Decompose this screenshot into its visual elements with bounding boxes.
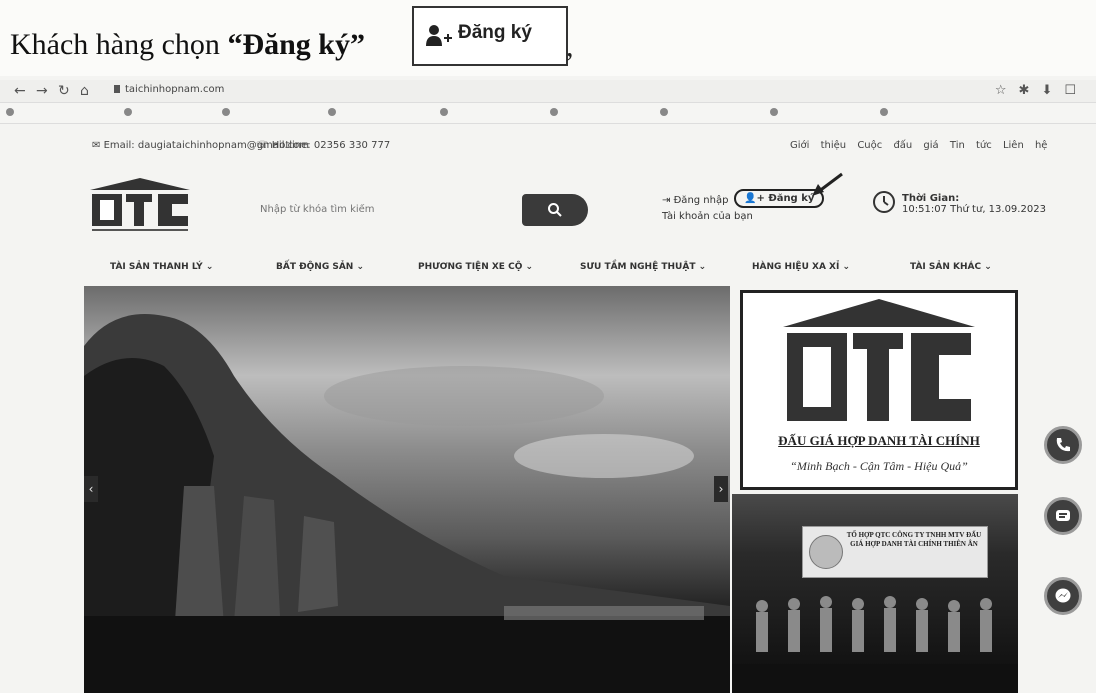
browser-address-bar: ← → ↻ ⌂ taichinhopnam.com ☆✱⬇☐ xyxy=(0,80,1096,103)
search-input[interactable] xyxy=(256,194,522,224)
login-link[interactable]: ⇥ Đăng nhập xyxy=(662,195,728,206)
bookmark-item[interactable] xyxy=(550,108,561,117)
time-display: Thời Gian: 10:51:07 Thứ tư, 13.09.2023 xyxy=(902,193,1046,215)
menu-label: TÀI SẢN THANH LÝ xyxy=(110,262,203,272)
reload-icon[interactable]: ↻ xyxy=(58,83,70,99)
menu-label: PHƯƠNG TIỆN XE CỘ xyxy=(418,262,523,272)
phone-icon xyxy=(1056,438,1070,452)
bookmark-item[interactable] xyxy=(880,108,891,117)
instruction-bold: “Đăng ký” xyxy=(227,28,365,61)
register-label: Đăng ký xyxy=(768,193,815,204)
time-value: 10:51:07 Thứ tư, 13.09.2023 xyxy=(902,204,1046,215)
site-logo[interactable] xyxy=(84,176,196,234)
menu-label: HÀNG HIỆU XA XỈ xyxy=(752,262,840,272)
menu-item-art[interactable]: SƯU TẦM NGHỆ THUẬT ⌄ xyxy=(580,262,706,272)
event-photo[interactable]: TỔ HỢP QTC CÔNG TY TNHH MTV ĐẤU GIÁ HỢP … xyxy=(732,494,1018,693)
bookmark-icon xyxy=(660,108,668,116)
link-contact[interactable]: Liên hệ xyxy=(1003,140,1048,151)
instruction-comma: , xyxy=(566,30,574,63)
time-label: Thời Gian: xyxy=(902,193,960,204)
link-about[interactable]: Giới thiệu xyxy=(790,140,846,151)
lock-icon xyxy=(114,85,120,93)
bookmark-icon xyxy=(550,108,558,116)
forward-icon[interactable]: → xyxy=(36,83,48,99)
instruction-text: Khách hàng chọn “Đăng ký” xyxy=(10,28,365,62)
bookmark-icon xyxy=(124,108,132,116)
zalo-icon xyxy=(1056,510,1070,521)
promo-card[interactable]: ĐẤU GIÁ HỢP DANH TÀI CHÍNH “Minh Bạch - … xyxy=(740,290,1018,490)
menu-item-luxury[interactable]: HÀNG HIỆU XA XỈ ⌄ xyxy=(752,262,850,272)
clock-icon xyxy=(873,191,895,213)
back-icon[interactable]: ← xyxy=(14,83,26,99)
hero-image xyxy=(84,314,730,693)
bookmark-item[interactable] xyxy=(770,108,781,117)
search-icon xyxy=(548,203,562,217)
bookmark-icon xyxy=(770,108,778,116)
hotline-contact[interactable]: ☏ Hotline: 02356 330 777 xyxy=(256,140,390,151)
bookmark-item[interactable] xyxy=(124,108,135,117)
bookmarks-bar xyxy=(0,103,1096,124)
hotline-text: Hotline: 02356 330 777 xyxy=(271,140,391,151)
promo-slogan: “Minh Bạch - Cận Tâm - Hiệu Quả” xyxy=(790,459,968,473)
bookmark-icon xyxy=(328,108,336,116)
site-topbar: ✉ Email: daugiataichinhopnam@gmail.com ☏… xyxy=(0,138,1096,158)
menu-label: TÀI SẢN KHÁC xyxy=(910,262,982,272)
promo-title: ĐẤU GIÁ HỢP DANH TÀI CHÍNH xyxy=(778,433,980,448)
search-button[interactable] xyxy=(522,194,588,226)
bookmark-icon xyxy=(880,108,888,116)
top-links: Giới thiệu Cuộc đấu giá Tin tức Liên hệ xyxy=(790,140,1047,151)
user-plus-icon xyxy=(426,25,452,46)
bookmark-item[interactable] xyxy=(328,108,339,117)
link-auctions[interactable]: Cuộc đấu giá xyxy=(857,140,938,151)
instruction-area: Khách hàng chọn “Đăng ký” Đăng ký , xyxy=(0,0,1096,76)
search-bar xyxy=(256,194,588,226)
account-area: ⇥ Đăng nhập 👤+ Đăng ký Tài khoản của bạn xyxy=(662,189,842,233)
pointer-arrow-icon xyxy=(812,172,843,196)
event-people-image xyxy=(732,596,1018,693)
menu-label: BẤT ĐỘNG SẢN xyxy=(276,262,354,272)
menu-item-vehicles[interactable]: PHƯƠNG TIỆN XE CỘ ⌄ xyxy=(418,262,533,272)
zalo-button[interactable] xyxy=(1044,497,1082,535)
link-news[interactable]: Tin tức xyxy=(950,140,992,151)
url-text: taichinhopnam.com xyxy=(125,84,225,95)
bookmark-icon xyxy=(440,108,448,116)
menu-item-real-estate[interactable]: BẤT ĐỘNG SẢN ⌄ xyxy=(276,262,364,272)
bookmark-item[interactable] xyxy=(6,108,17,117)
url-field[interactable]: taichinhopnam.com xyxy=(114,84,934,98)
hero-slider: ‹ › xyxy=(84,286,730,693)
bookmark-icon xyxy=(6,108,14,116)
account-subtitle: Tài khoản của bạn xyxy=(662,211,753,222)
bookmark-item[interactable] xyxy=(660,108,671,117)
otc-large-logo-icon xyxy=(783,299,975,421)
login-label: Đăng nhập xyxy=(673,195,729,206)
slider-next-button[interactable]: › xyxy=(714,476,728,502)
phone-button[interactable] xyxy=(1044,426,1082,464)
instruction-button-label: Đăng ký xyxy=(458,22,532,43)
browser-toolbar-icons[interactable]: ☆✱⬇☐ xyxy=(995,83,1088,98)
menu-label: SƯU TẦM NGHỆ THUẬT xyxy=(580,262,696,272)
main-menu: TÀI SẢN THANH LÝ ⌄ BẤT ĐỘNG SẢN ⌄ PHƯƠNG… xyxy=(0,262,1096,278)
messenger-button[interactable] xyxy=(1044,577,1082,615)
bookmark-item[interactable] xyxy=(440,108,451,117)
instruction-prefix: Khách hàng chọn xyxy=(10,28,228,61)
menu-item-other[interactable]: TÀI SẢN KHÁC ⌄ xyxy=(910,262,992,272)
otc-logo-icon xyxy=(90,178,190,231)
bookmark-item[interactable] xyxy=(222,108,233,117)
instruction-register-button: Đăng ký xyxy=(412,6,568,66)
messenger-icon xyxy=(1055,588,1071,603)
menu-item-liquidation[interactable]: TÀI SẢN THANH LÝ ⌄ xyxy=(110,262,213,272)
bookmark-icon xyxy=(222,108,230,116)
slider-prev-button[interactable]: ‹ xyxy=(84,476,98,502)
home-icon[interactable]: ⌂ xyxy=(80,83,89,99)
